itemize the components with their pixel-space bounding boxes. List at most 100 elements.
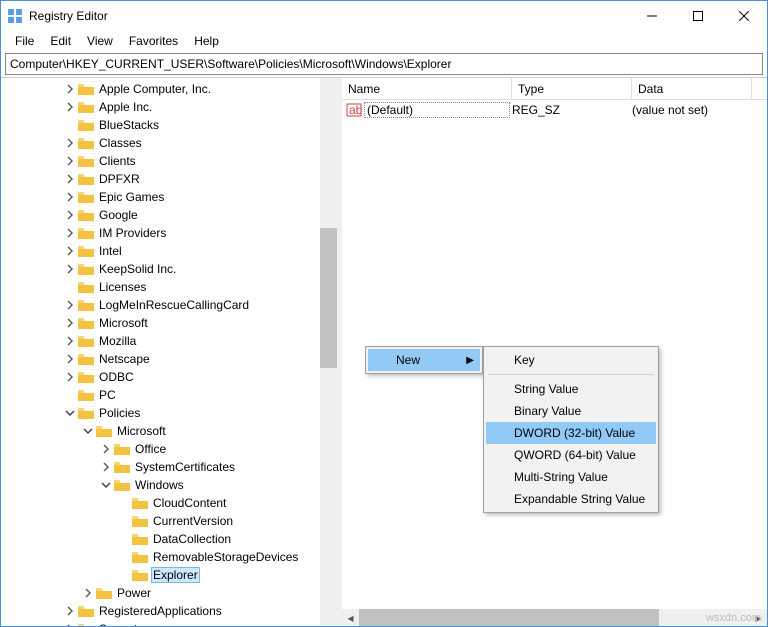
scrollbar-thumb[interactable]: [359, 609, 659, 626]
address-bar[interactable]: Computer\HKEY_CURRENT_USER\Software\Poli…: [5, 53, 763, 75]
tree-node[interactable]: Power: [1, 584, 337, 602]
expand-toggle-icon[interactable]: [117, 550, 131, 564]
tree-node[interactable]: Netscape: [1, 350, 337, 368]
context-menu-item[interactable]: Binary Value: [486, 400, 656, 422]
expand-toggle-icon[interactable]: [63, 100, 77, 114]
folder-icon: [132, 568, 148, 582]
scrollbar-thumb[interactable]: [320, 228, 337, 368]
expand-toggle-icon[interactable]: [117, 496, 131, 510]
value-row[interactable]: ab(Default)REG_SZ(value not set): [342, 100, 767, 120]
menu-edit[interactable]: Edit: [42, 32, 79, 50]
close-button[interactable]: [721, 1, 767, 31]
tree-node[interactable]: Apple Computer, Inc.: [1, 80, 337, 98]
tree-node[interactable]: Policies: [1, 404, 337, 422]
tree-node[interactable]: DataCollection: [1, 530, 337, 548]
expand-toggle-icon[interactable]: [117, 514, 131, 528]
expand-toggle-icon[interactable]: [63, 226, 77, 240]
tree-node[interactable]: CurrentVersion: [1, 512, 337, 530]
values-horizontal-scrollbar[interactable]: ◂ ▸: [342, 609, 767, 626]
context-menu-item-new[interactable]: New ▶: [368, 349, 480, 371]
expand-toggle-icon[interactable]: [63, 622, 77, 626]
tree-vertical-scrollbar[interactable]: [320, 78, 337, 626]
menu-favorites[interactable]: Favorites: [121, 32, 186, 50]
tree-node[interactable]: Mozilla: [1, 332, 337, 350]
tree-node[interactable]: ODBC: [1, 368, 337, 386]
expand-toggle-icon[interactable]: [63, 316, 77, 330]
tree-node[interactable]: Licenses: [1, 278, 337, 296]
minimize-button[interactable]: [629, 1, 675, 31]
context-menu-item[interactable]: String Value: [486, 378, 656, 400]
expand-toggle-icon[interactable]: [117, 532, 131, 546]
tree-node[interactable]: Microsoft: [1, 422, 337, 440]
tree-node[interactable]: Explorer: [1, 566, 337, 584]
tree-node[interactable]: DPFXR: [1, 170, 337, 188]
menu-view[interactable]: View: [79, 32, 121, 50]
tree-node[interactable]: RemovableStorageDevices: [1, 548, 337, 566]
tree-node-label: Microsoft: [97, 316, 150, 330]
tree-node[interactable]: IM Providers: [1, 224, 337, 242]
tree-node-label: LogMeInRescueCallingCard: [97, 298, 251, 312]
context-menu[interactable]: New ▶: [365, 346, 483, 374]
expand-toggle-icon[interactable]: [63, 604, 77, 618]
tree-node[interactable]: KeepSolid Inc.: [1, 260, 337, 278]
scroll-left-icon[interactable]: ◂: [342, 609, 359, 626]
expand-toggle-icon[interactable]: [63, 244, 77, 258]
tree-pane[interactable]: Apple Computer, Inc.Apple Inc.BlueStacks…: [1, 78, 337, 626]
expand-toggle-icon[interactable]: [99, 442, 113, 456]
tree-node[interactable]: CloudContent: [1, 494, 337, 512]
context-menu-item[interactable]: Multi-String Value: [486, 466, 656, 488]
menu-file[interactable]: File: [7, 32, 42, 50]
menu-help[interactable]: Help: [186, 32, 227, 50]
scroll-track[interactable]: [359, 609, 750, 626]
expand-toggle-icon[interactable]: [63, 136, 77, 150]
context-menu-item[interactable]: QWORD (64-bit) Value: [486, 444, 656, 466]
expand-toggle-icon[interactable]: [63, 298, 77, 312]
expand-toggle-icon[interactable]: [63, 208, 77, 222]
column-type[interactable]: Type: [512, 78, 632, 99]
expand-toggle-icon[interactable]: [63, 118, 77, 132]
context-menu-item[interactable]: DWORD (32-bit) Value: [486, 422, 656, 444]
context-submenu-new[interactable]: Key String ValueBinary ValueDWORD (32-bit…: [483, 346, 659, 513]
tree-node[interactable]: PC: [1, 386, 337, 404]
title-bar[interactable]: Registry Editor: [1, 1, 767, 31]
tree-node[interactable]: Office: [1, 440, 337, 458]
tree-node[interactable]: Microsoft: [1, 314, 337, 332]
tree-node[interactable]: LogMeInRescueCallingCard: [1, 296, 337, 314]
column-name[interactable]: Name: [342, 78, 512, 99]
expand-toggle-icon[interactable]: [63, 352, 77, 366]
tree-node-label: ODBC: [97, 370, 136, 384]
expand-toggle-icon[interactable]: [63, 370, 77, 384]
expand-toggle-icon[interactable]: [63, 82, 77, 96]
values-list[interactable]: ab(Default)REG_SZ(value not set): [342, 100, 767, 120]
tree-node[interactable]: Clients: [1, 152, 337, 170]
expand-toggle-icon[interactable]: [99, 478, 113, 492]
expand-toggle-icon[interactable]: [99, 460, 113, 474]
tree-node[interactable]: Intel: [1, 242, 337, 260]
expand-toggle-icon[interactable]: [63, 280, 77, 294]
maximize-button[interactable]: [675, 1, 721, 31]
tree-node[interactable]: Seagate: [1, 620, 337, 626]
tree-node-label: IM Providers: [97, 226, 168, 240]
tree-node[interactable]: Apple Inc.: [1, 98, 337, 116]
context-menu-item[interactable]: Expandable String Value: [486, 488, 656, 510]
context-menu-item[interactable]: Key: [486, 349, 656, 371]
registry-tree[interactable]: Apple Computer, Inc.Apple Inc.BlueStacks…: [1, 78, 337, 626]
expand-toggle-icon[interactable]: [63, 406, 77, 420]
tree-node[interactable]: Google: [1, 206, 337, 224]
expand-toggle-icon[interactable]: [81, 586, 95, 600]
expand-toggle-icon[interactable]: [63, 334, 77, 348]
tree-node[interactable]: BlueStacks: [1, 116, 337, 134]
expand-toggle-icon[interactable]: [63, 262, 77, 276]
column-data[interactable]: Data: [632, 78, 752, 99]
tree-node[interactable]: Epic Games: [1, 188, 337, 206]
expand-toggle-icon[interactable]: [63, 154, 77, 168]
tree-node[interactable]: Classes: [1, 134, 337, 152]
tree-node[interactable]: Windows: [1, 476, 337, 494]
expand-toggle-icon[interactable]: [63, 388, 77, 402]
expand-toggle-icon[interactable]: [63, 190, 77, 204]
expand-toggle-icon[interactable]: [63, 172, 77, 186]
expand-toggle-icon[interactable]: [81, 424, 95, 438]
tree-node[interactable]: RegisteredApplications: [1, 602, 337, 620]
expand-toggle-icon[interactable]: [117, 568, 131, 582]
tree-node[interactable]: SystemCertificates: [1, 458, 337, 476]
